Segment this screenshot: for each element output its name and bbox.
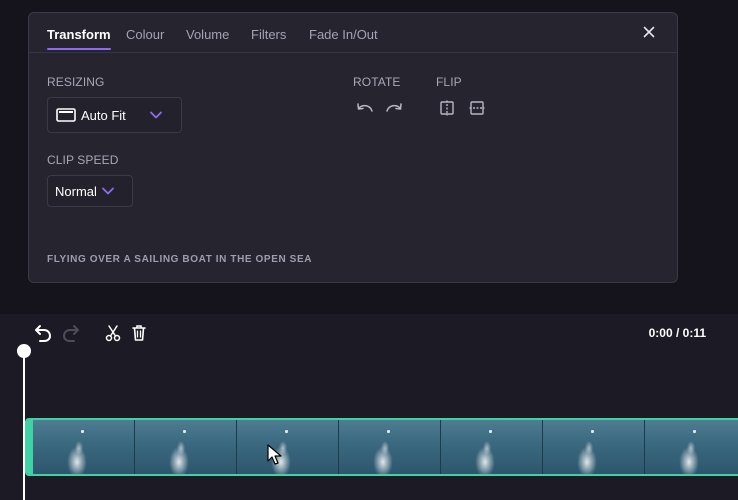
clip-properties-panel: Transform Colour Volume Filters Fade In/… xyxy=(28,12,678,283)
resizing-dropdown[interactable]: Auto Fit xyxy=(47,97,182,133)
chevron-down-icon xyxy=(101,184,115,198)
tab-filters[interactable]: Filters xyxy=(251,27,286,42)
clip-speed-label: CLIP SPEED xyxy=(47,153,119,167)
flip-label: FLIP xyxy=(436,75,462,89)
clip-title: FLYING OVER A SAILING BOAT IN THE OPEN S… xyxy=(47,254,313,265)
clip-speed-dropdown[interactable]: Normal xyxy=(47,175,133,207)
resizing-label: RESIZING xyxy=(47,75,105,89)
clip-frame xyxy=(33,420,135,474)
redo-icon[interactable] xyxy=(61,324,83,344)
clip-frame xyxy=(339,420,441,474)
rotate-label: ROTATE xyxy=(353,75,401,89)
chevron-down-icon xyxy=(149,108,163,122)
playhead-handle[interactable] xyxy=(17,344,31,358)
aspect-ratio-icon xyxy=(56,107,76,123)
clip-frame xyxy=(441,420,543,474)
flip-vertical-icon[interactable] xyxy=(467,99,487,117)
rotate-right-icon[interactable] xyxy=(384,99,404,117)
tab-transform[interactable]: Transform xyxy=(47,27,111,50)
tab-colour[interactable]: Colour xyxy=(126,27,164,42)
tab-fade-in-out[interactable]: Fade In/Out xyxy=(309,27,378,42)
playhead-line xyxy=(23,350,25,500)
clip-frame xyxy=(237,420,339,474)
timeline: 0:00 / 0:11 xyxy=(0,314,738,500)
video-clip[interactable] xyxy=(25,418,738,476)
mouse-cursor-icon xyxy=(266,444,286,466)
clip-frame xyxy=(543,420,645,474)
resizing-value: Auto Fit xyxy=(81,108,126,123)
clip-frame xyxy=(135,420,237,474)
delete-icon[interactable] xyxy=(131,324,147,342)
rotate-left-icon[interactable] xyxy=(355,99,375,117)
tab-volume[interactable]: Volume xyxy=(186,27,229,42)
time-readout: 0:00 / 0:11 xyxy=(648,326,706,340)
undo-icon[interactable] xyxy=(31,324,53,344)
clip-frame xyxy=(645,420,738,474)
flip-horizontal-icon[interactable] xyxy=(437,99,457,117)
close-icon[interactable] xyxy=(640,23,658,41)
clip-speed-value: Normal xyxy=(55,184,97,199)
clip-trim-handle[interactable] xyxy=(27,420,33,474)
split-icon[interactable] xyxy=(105,324,121,342)
tab-bar: Transform Colour Volume Filters Fade In/… xyxy=(29,13,677,53)
